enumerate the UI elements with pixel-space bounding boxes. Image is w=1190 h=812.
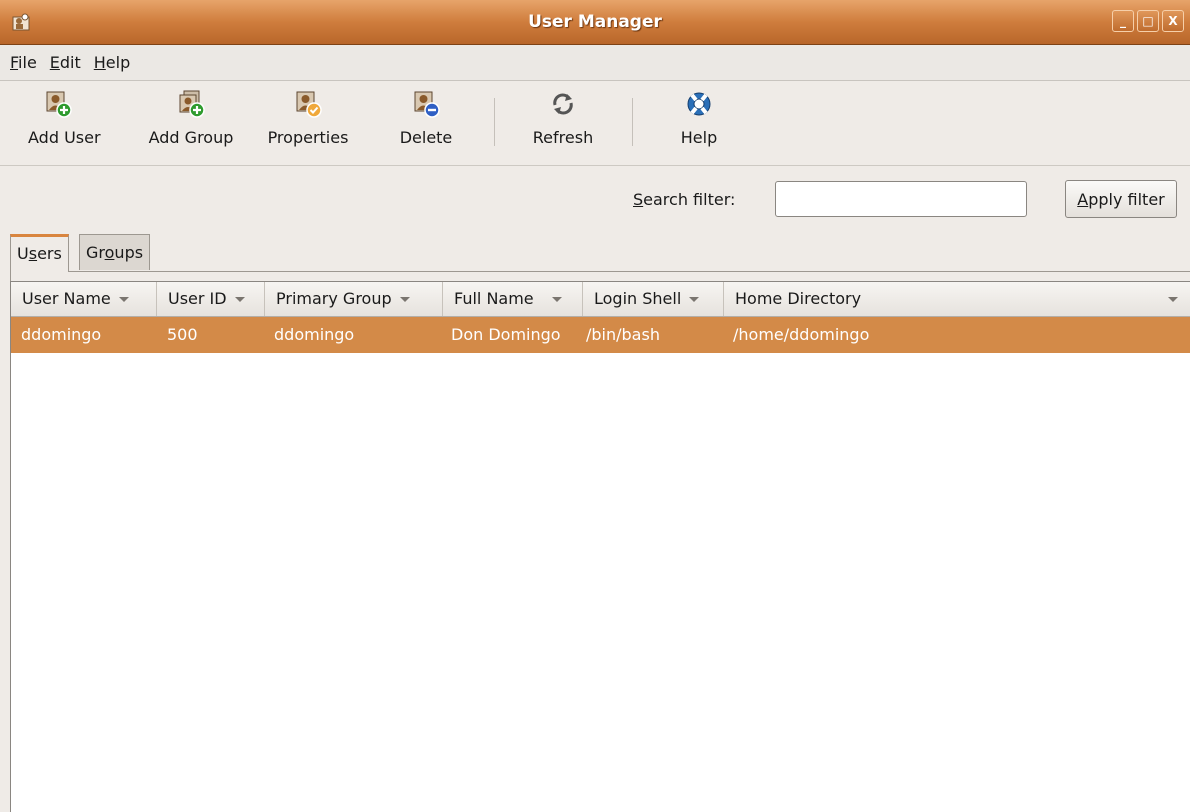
search-filter-label: Search filter: bbox=[633, 190, 736, 209]
close-button[interactable]: X bbox=[1162, 10, 1184, 32]
add-user-button[interactable]: Add User bbox=[28, 90, 101, 147]
delete-label: Delete bbox=[399, 128, 453, 147]
refresh-button[interactable]: Refresh bbox=[525, 90, 601, 147]
column-header-user-id[interactable]: User ID bbox=[157, 282, 265, 316]
cell-primary-group: ddomingo bbox=[274, 325, 355, 344]
maximize-button[interactable]: □ bbox=[1137, 10, 1159, 32]
refresh-label: Refresh bbox=[532, 128, 594, 147]
properties-icon bbox=[296, 91, 322, 118]
sort-arrow-icon bbox=[1168, 297, 1178, 302]
column-header-home-directory[interactable]: Home Directory bbox=[724, 282, 1190, 316]
delete-user-icon bbox=[414, 91, 440, 118]
column-header-user-name[interactable]: User Name bbox=[11, 282, 157, 316]
toolbar-separator bbox=[494, 98, 495, 146]
minimize-button[interactable]: _ bbox=[1112, 10, 1134, 32]
sort-arrow-icon bbox=[551, 297, 562, 302]
table-row[interactable]: ddomingo 500 ddomingo Don Domingo /bin/b… bbox=[11, 317, 1190, 353]
menu-file[interactable]: File bbox=[10, 53, 37, 72]
cell-user-name: ddomingo bbox=[21, 325, 102, 344]
delete-button[interactable]: Delete bbox=[395, 90, 457, 147]
users-table[interactable]: User Name User ID Primary Group Full Nam… bbox=[10, 281, 1190, 812]
column-header-login-shell[interactable]: Login Shell bbox=[583, 282, 724, 316]
column-header-full-name[interactable]: Full Name bbox=[443, 282, 583, 316]
menu-help[interactable]: Help bbox=[94, 53, 130, 72]
menu-edit[interactable]: Edit bbox=[50, 53, 81, 72]
menubar: File Edit Help bbox=[0, 45, 1190, 81]
window-titlebar[interactable]: User Manager _ □ X bbox=[0, 0, 1190, 45]
help-label: Help bbox=[680, 128, 718, 147]
cell-home-directory: /home/ddomingo bbox=[733, 325, 870, 344]
properties-button[interactable]: Properties bbox=[261, 90, 355, 147]
tab-users[interactable]: Users bbox=[10, 234, 69, 272]
toolbar: Add User Add Group Properties Delete Ref… bbox=[0, 82, 1190, 166]
help-lifebuoy-icon bbox=[687, 92, 711, 116]
cell-login-shell: /bin/bash bbox=[586, 325, 660, 344]
toolbar-separator bbox=[632, 98, 633, 146]
sort-arrow-icon bbox=[689, 297, 700, 302]
add-user-label: Add User bbox=[28, 128, 101, 147]
tab-groups[interactable]: Groups bbox=[79, 234, 151, 270]
properties-label: Properties bbox=[267, 128, 349, 147]
search-filter-input[interactable] bbox=[775, 181, 1027, 217]
window-title: User Manager bbox=[528, 12, 662, 32]
add-group-icon bbox=[179, 90, 205, 118]
table-header: User Name User ID Primary Group Full Nam… bbox=[11, 282, 1190, 317]
help-button[interactable]: Help bbox=[672, 90, 726, 147]
sort-arrow-icon bbox=[118, 297, 129, 302]
apply-filter-button[interactable]: Apply filter bbox=[1065, 180, 1177, 218]
sort-arrow-icon bbox=[234, 297, 245, 302]
add-group-label: Add Group bbox=[148, 128, 234, 147]
column-header-primary-group[interactable]: Primary Group bbox=[265, 282, 443, 316]
sort-arrow-icon bbox=[399, 297, 410, 302]
cell-full-name: Don Domingo bbox=[451, 325, 561, 344]
add-user-icon bbox=[46, 91, 72, 118]
cell-user-id: 500 bbox=[167, 325, 198, 344]
add-group-button[interactable]: Add Group bbox=[140, 90, 242, 147]
refresh-icon bbox=[553, 93, 573, 115]
